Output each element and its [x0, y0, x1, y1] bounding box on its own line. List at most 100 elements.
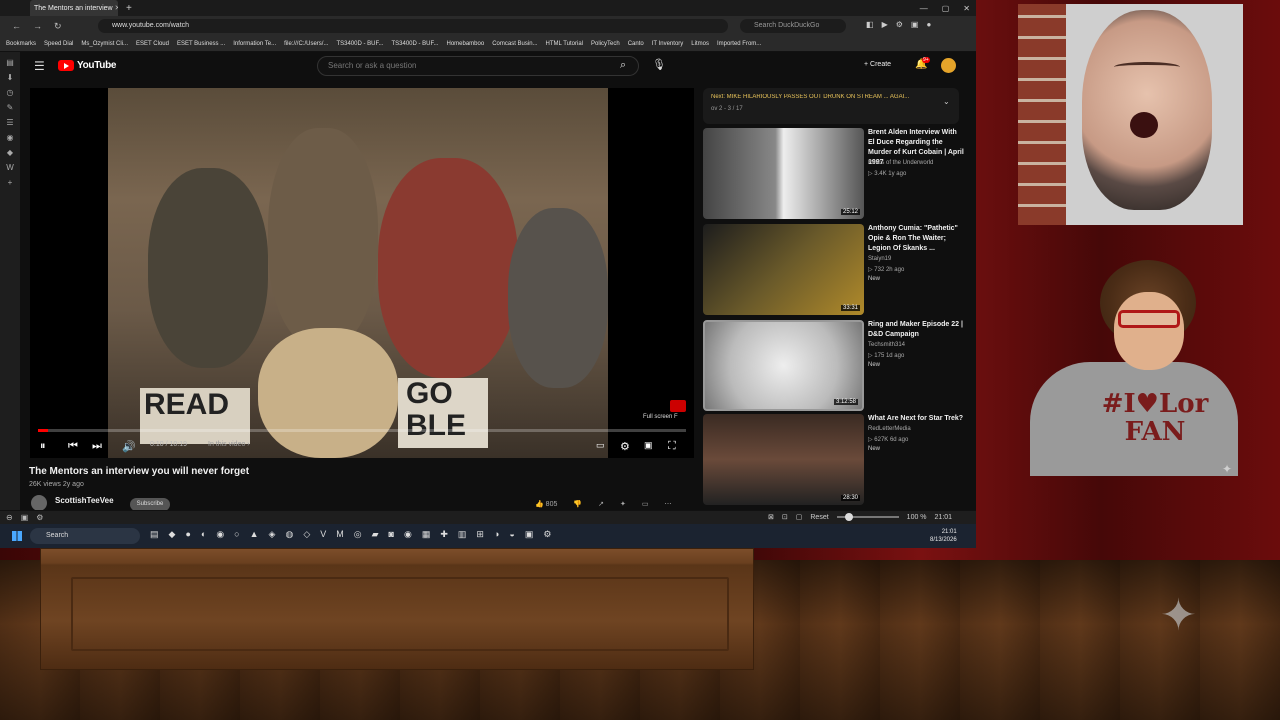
youtube-logo[interactable]: YouTube [58, 60, 117, 71]
recommendation-item[interactable]: 25:12 Brent Alden Interview With El Duce… [703, 128, 964, 220]
panel-toggle-icon[interactable]: ⊖ [6, 513, 13, 522]
bookmark-item[interactable]: Comcast Busin... [492, 41, 537, 47]
app-icon[interactable]: ▣ [525, 529, 534, 540]
bookmark-item[interactable]: Litmos [691, 41, 709, 47]
channel-avatar[interactable] [31, 495, 47, 511]
bookmark-item[interactable]: ESET Business ... [177, 41, 225, 47]
bookmark-item[interactable]: IT Inventory [652, 41, 684, 47]
bookmark-item[interactable]: Canto [628, 41, 644, 47]
app-icon[interactable]: ▦ [422, 529, 431, 540]
discord-taskbar-icon[interactable]: ◙ [389, 529, 394, 540]
share-icon[interactable]: ↗ [598, 500, 604, 508]
downloads-icon[interactable]: ⬇ [7, 73, 14, 82]
vivaldi-icon[interactable]: V [320, 529, 326, 540]
progress-bar[interactable] [38, 429, 686, 432]
page-actions-icon[interactable]: ▢ [796, 513, 803, 521]
reload-icon[interactable]: ↻ [54, 21, 62, 32]
bookmark-item[interactable]: Imported From... [717, 41, 761, 47]
bookmark-item[interactable]: Bookmarks [6, 41, 36, 47]
tiling-icon[interactable]: ⊠ [768, 513, 774, 521]
extension-icon[interactable]: ▶ [882, 20, 888, 29]
app-icon[interactable]: ◐ [201, 529, 206, 540]
next-icon[interactable]: ⏭ [92, 440, 102, 453]
channel-name[interactable]: ScottishTeeVee [55, 496, 114, 505]
discord-icon[interactable]: ◆ [7, 148, 13, 157]
clip-icon[interactable]: ▭ [642, 500, 649, 508]
bookmarks-panel-icon[interactable]: ▤ [6, 58, 14, 67]
new-tab-icon[interactable]: + [126, 3, 132, 14]
chevron-down-icon[interactable]: ⌄ [943, 97, 950, 106]
app-icon[interactable]: ○ [234, 529, 239, 540]
bookmark-item[interactable]: Homebamboo [447, 41, 485, 47]
steam-icon[interactable]: ◍ [285, 529, 293, 540]
app-icon[interactable]: ◇ [303, 529, 310, 540]
recommendation-title[interactable]: What Are Next for Star Trek? [868, 414, 964, 424]
notes-icon[interactable]: ✎ [7, 103, 14, 112]
video-thumbnail[interactable]: 25:12 [703, 128, 864, 219]
system-clock[interactable]: 21:01 8/13/2026 [930, 528, 957, 544]
previous-icon[interactable]: ⏮ [68, 440, 78, 453]
app-icon[interactable]: ⚙ [543, 529, 551, 540]
app-icon[interactable]: M [336, 529, 344, 540]
video-thumbnail[interactable]: 3:12:58 [703, 320, 864, 411]
app-icon[interactable]: ◉ [404, 529, 412, 540]
recommendation-item[interactable]: 28:30 What Are Next for Star Trek? RedLe… [703, 414, 963, 506]
bookmark-item[interactable]: PolicyTech [591, 41, 620, 47]
capture-icon[interactable]: ▣ [21, 513, 29, 522]
app-icon[interactable]: ◒ [509, 529, 514, 540]
taskbar-search[interactable]: Search [30, 528, 140, 544]
recommendation-title[interactable]: Ring and Maker Episode 22 | D&D Campaign [868, 320, 964, 340]
bookmark-item[interactable]: HTML Tutorial [546, 41, 583, 47]
volume-icon[interactable]: 🔊 [122, 440, 136, 453]
app-icon[interactable]: ◆ [169, 529, 176, 540]
more-icon[interactable]: ⋯ [664, 500, 671, 508]
save-icon[interactable]: ✦ [620, 500, 626, 508]
zoom-slider[interactable] [836, 513, 899, 521]
bookmark-item[interactable]: ESET Cloud [136, 41, 169, 47]
add-panel-icon[interactable]: + [8, 178, 13, 187]
app-icon[interactable]: ⊞ [476, 529, 484, 540]
recommendation-title[interactable]: Anthony Cumia: "Pathetic" Opie & Ron The… [868, 224, 964, 254]
app-icon[interactable]: ✚ [440, 529, 448, 540]
video-player[interactable]: READ GO BLE Full screen F ⏸ ⏮ ⏭ 🔊 0:10 /… [30, 88, 694, 458]
history-icon[interactable]: ◷ [7, 88, 14, 97]
recommendation-item[interactable]: 33:31 Anthony Cumia: "Pathetic" Opie & R… [703, 224, 959, 316]
settings-icon[interactable]: ⚙ [36, 513, 43, 522]
back-icon[interactable]: ← [12, 21, 21, 31]
create-button[interactable]: + Create [864, 61, 891, 68]
avatar[interactable] [941, 58, 956, 73]
bookmark-item[interactable]: Ms_Ozymist Cli... [81, 41, 128, 47]
captions-icon[interactable]: ▭ [596, 440, 605, 451]
bookmark-item[interactable]: Information Te... [233, 41, 276, 47]
like-button[interactable]: 👍 805 [535, 500, 557, 508]
folder-icon[interactable]: ▰ [372, 529, 379, 540]
video-thumbnail[interactable]: 28:30 [703, 414, 864, 505]
minimize-icon[interactable]: — [920, 4, 928, 13]
pause-icon[interactable]: ⏸ [40, 440, 46, 453]
windows-start-icon[interactable] [12, 531, 22, 541]
task-view-icon[interactable]: ▤ [150, 529, 159, 540]
mastodon-icon[interactable]: ◉ [7, 133, 14, 142]
video-thumbnail[interactable]: 33:31 [703, 224, 864, 315]
url-field[interactable]: www.youtube.com/watch [98, 19, 728, 33]
maximize-icon[interactable]: ▢ [942, 4, 950, 13]
forward-icon[interactable]: → [33, 21, 42, 31]
search-input[interactable]: Search or ask a question [317, 56, 639, 76]
app-icon[interactable]: ◎ [354, 529, 362, 540]
duckduckgo-search[interactable]: Search DuckDuckGo [740, 19, 846, 33]
bookmark-item[interactable]: file:///C:/Users/... [284, 41, 328, 47]
miniplayer-icon[interactable]: ▣ [644, 440, 653, 451]
profile-icon[interactable]: ● [926, 20, 931, 29]
wikipedia-icon[interactable]: W [6, 163, 14, 172]
zoom-knob[interactable] [844, 513, 853, 521]
extension-icon[interactable]: ◧ [866, 20, 874, 29]
vpn-icon[interactable]: ▣ [911, 20, 919, 29]
active-tab[interactable]: The Mentors an interview ✕ [30, 0, 118, 16]
close-window-icon[interactable]: ✕ [963, 4, 970, 13]
bookmark-item[interactable]: TS3400D - BUF... [391, 41, 438, 47]
bookmark-item[interactable]: TS3400D - BUF... [336, 41, 383, 47]
recommendation-item[interactable]: 3:12:58 Ring and Maker Episode 22 | D&D … [703, 320, 963, 412]
app-icon[interactable]: ▥ [458, 529, 467, 540]
dislike-icon[interactable]: 👎 [573, 500, 582, 508]
screenshot-icon[interactable]: ⊡ [782, 513, 788, 521]
